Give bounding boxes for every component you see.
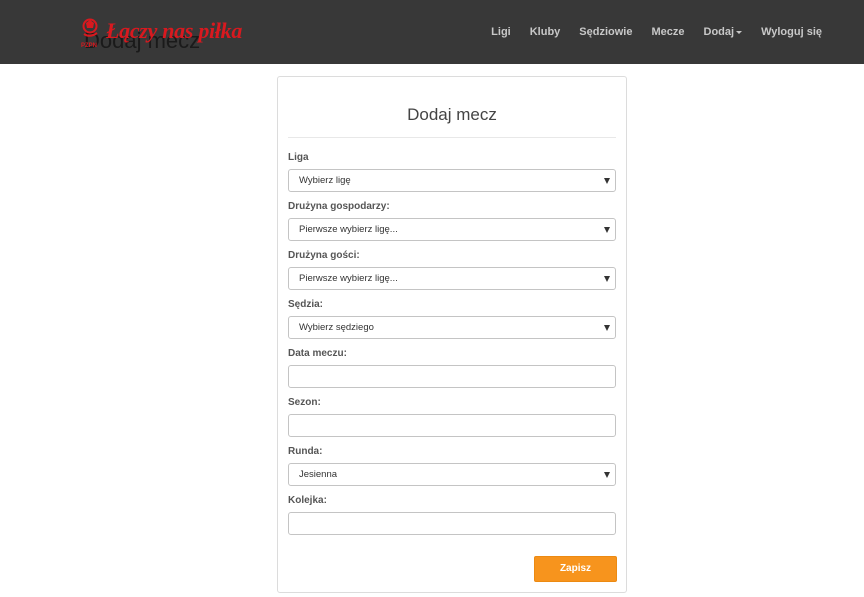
dropdown-arrow-icon (604, 325, 610, 331)
referee-select[interactable]: Wybierz sędziego (288, 316, 616, 339)
field-label: Sędzia: (288, 299, 324, 310)
dropdown-arrow-icon (604, 178, 610, 184)
nav-label: Sędziowie (579, 26, 633, 38)
logo-text: PZPN (81, 43, 97, 49)
field-label: Runda: (288, 446, 323, 457)
field-label: Kolejka: (288, 495, 327, 506)
form-title: Dodaj mecz (407, 105, 497, 124)
dropdown-arrow-icon (604, 472, 610, 478)
home-team-select[interactable]: Pierwsze wybierz ligę... (288, 218, 616, 241)
title-divider (288, 137, 616, 138)
select-value: Wybierz ligę (299, 175, 351, 186)
field-season: Sezon: (288, 397, 616, 437)
field-queue: Kolejka: (288, 495, 616, 535)
field-label: Drużyna gospodarzy: (288, 201, 390, 212)
nav-item-logout[interactable]: Wyloguj się (752, 26, 864, 38)
nav-item-dodaj-dropdown[interactable]: Dodaj (694, 26, 752, 38)
select-value: Pierwsze wybierz ligę... (299, 273, 398, 284)
queue-input-wrapper (288, 512, 616, 535)
field-away-team: Drużyna gości: Pierwsze wybierz ligę... (288, 250, 616, 290)
field-label: Liga (288, 152, 309, 163)
add-match-form-card: Dodaj mecz Liga Wybierz ligę Drużyna gos… (277, 76, 627, 593)
queue-input[interactable] (289, 513, 615, 534)
nav-label: Kluby (529, 26, 561, 38)
field-round: Runda: Jesienna (288, 446, 616, 486)
season-input[interactable] (289, 415, 615, 436)
main-nav: Ligi Kluby Sędziowie Mecze Dodaj Wyloguj… (482, 0, 864, 64)
select-value: Jesienna (299, 469, 338, 480)
nav-item-ligi[interactable]: Ligi (482, 26, 521, 38)
round-select[interactable]: Jesienna (288, 463, 616, 486)
away-team-select[interactable]: Pierwsze wybierz ligę... (288, 267, 616, 290)
field-label: Data meczu: (288, 348, 347, 359)
field-label: Drużyna gości: (288, 250, 360, 261)
dropdown-arrow-icon (604, 276, 610, 282)
nav-label: Mecze (651, 26, 685, 38)
nav-label: Wyloguj się (761, 26, 822, 38)
field-home-team: Drużyna gospodarzy: Pierwsze wybierz lig… (288, 201, 616, 241)
date-input-wrapper (288, 365, 616, 388)
save-button[interactable]: Zapisz (534, 556, 617, 582)
field-label: Sezon: (288, 397, 321, 408)
brand-name: Łączy nas piłka (106, 18, 243, 43)
liga-select[interactable]: Wybierz ligę (288, 169, 616, 192)
match-date-input[interactable] (289, 366, 615, 387)
field-liga: Liga Wybierz ligę (288, 152, 616, 192)
select-value: Pierwsze wybierz ligę... (299, 224, 398, 235)
caret-down-icon (736, 30, 743, 34)
field-referee: Sędzia: Wybierz sędziego (288, 299, 616, 339)
season-input-wrapper (288, 414, 616, 437)
brand[interactable]: Dodaj mecz PZPN Łączy nas piłka (80, 12, 250, 53)
top-navbar: Dodaj mecz PZPN Łączy nas piłka Ligi Klu… (0, 0, 864, 64)
nav-item-sedziowie[interactable]: Sędziowie (570, 26, 642, 38)
nav-item-kluby[interactable]: Kluby (520, 26, 570, 38)
nav-label: Dodaj (703, 26, 735, 38)
pzpn-logo-icon: PZPN (81, 18, 98, 49)
field-date: Data meczu: (288, 348, 616, 388)
nav-item-mecze[interactable]: Mecze (642, 26, 694, 38)
dropdown-arrow-icon (604, 227, 610, 233)
select-value: Wybierz sędziego (299, 322, 374, 333)
nav-label: Ligi (491, 26, 511, 38)
